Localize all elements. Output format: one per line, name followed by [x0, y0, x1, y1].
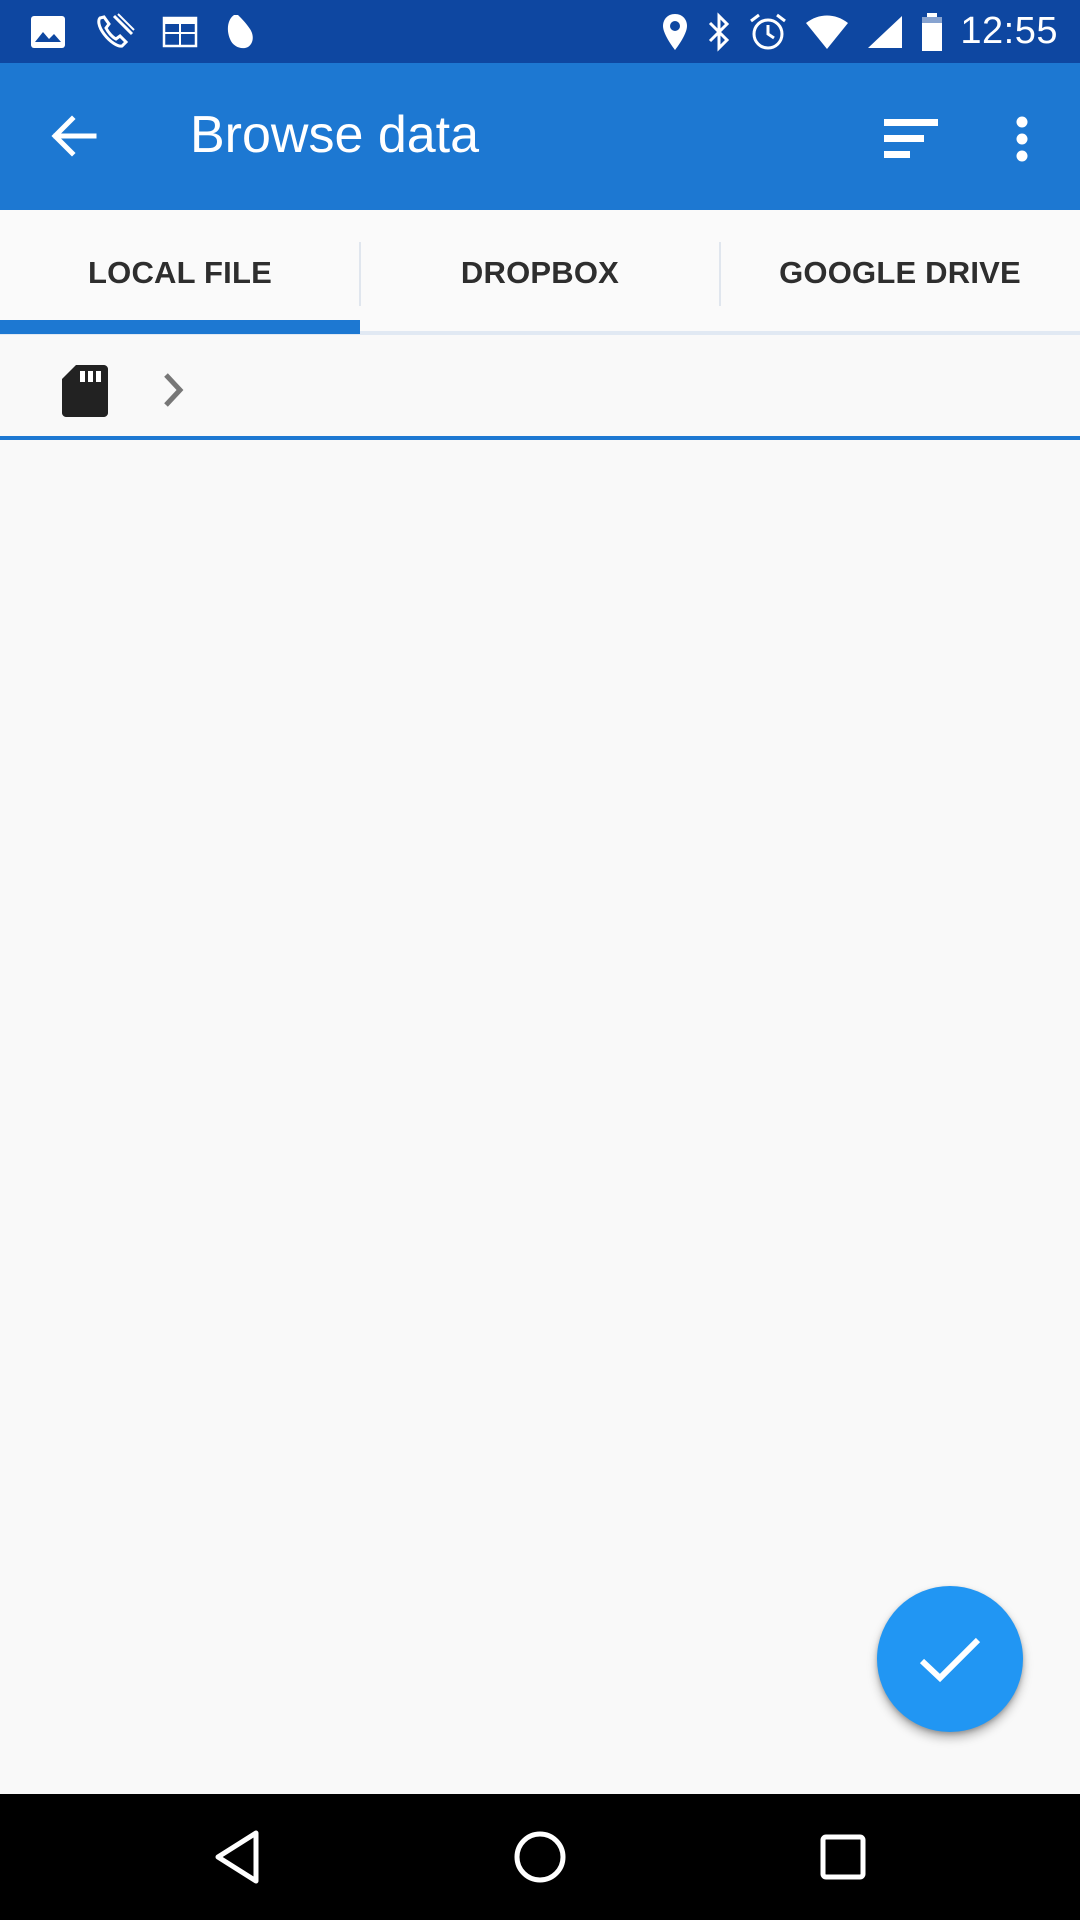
back-button[interactable]: [42, 104, 106, 168]
status-bar: 12:55: [0, 0, 1080, 63]
nav-home-icon: [514, 1831, 566, 1883]
alarm-icon: [748, 12, 788, 52]
status-right-icons: 12:55: [660, 10, 1080, 53]
nav-back-icon: [215, 1830, 259, 1884]
chevron-right-icon: [158, 369, 190, 411]
tab-local-file[interactable]: LOCAL FILE: [0, 210, 360, 335]
app-bar: Browse data: [0, 63, 1080, 210]
wifi-icon: [804, 14, 850, 50]
file-list: [0, 440, 1080, 1794]
phone-icon: [92, 12, 136, 52]
sort-button[interactable]: [880, 108, 942, 170]
breadcrumb: [0, 335, 1080, 440]
bluetooth-icon: [706, 11, 732, 52]
tab-indicator: [0, 320, 360, 334]
nav-recents-button[interactable]: [808, 1822, 878, 1892]
nav-recents-icon: [820, 1834, 866, 1880]
more-options-button[interactable]: [1000, 108, 1044, 170]
calendar-icon: [162, 16, 198, 48]
tab-dropbox[interactable]: DROPBOX: [360, 210, 720, 335]
battery-icon: [920, 12, 944, 52]
page-title: Browse data: [190, 106, 480, 164]
sort-icon: [884, 119, 938, 158]
nav-back-button[interactable]: [202, 1822, 272, 1892]
sd-card-icon[interactable]: [60, 363, 110, 419]
nav-bar: [0, 1794, 1080, 1920]
confirm-fab[interactable]: [877, 1586, 1023, 1732]
status-time: 12:55: [960, 10, 1058, 52]
status-left-icons: [0, 12, 256, 52]
image-icon: [30, 15, 66, 49]
check-icon: [919, 1637, 981, 1683]
arrow-back-icon: [51, 115, 97, 157]
leaf-icon: [224, 13, 256, 51]
nav-home-button[interactable]: [505, 1822, 575, 1892]
location-icon: [660, 12, 690, 52]
signal-icon: [866, 14, 904, 50]
tab-bar: LOCAL FILE DROPBOX GOOGLE DRIVE: [0, 210, 1080, 335]
more-vert-icon: [1016, 116, 1028, 162]
tab-google-drive[interactable]: GOOGLE DRIVE: [720, 210, 1080, 335]
